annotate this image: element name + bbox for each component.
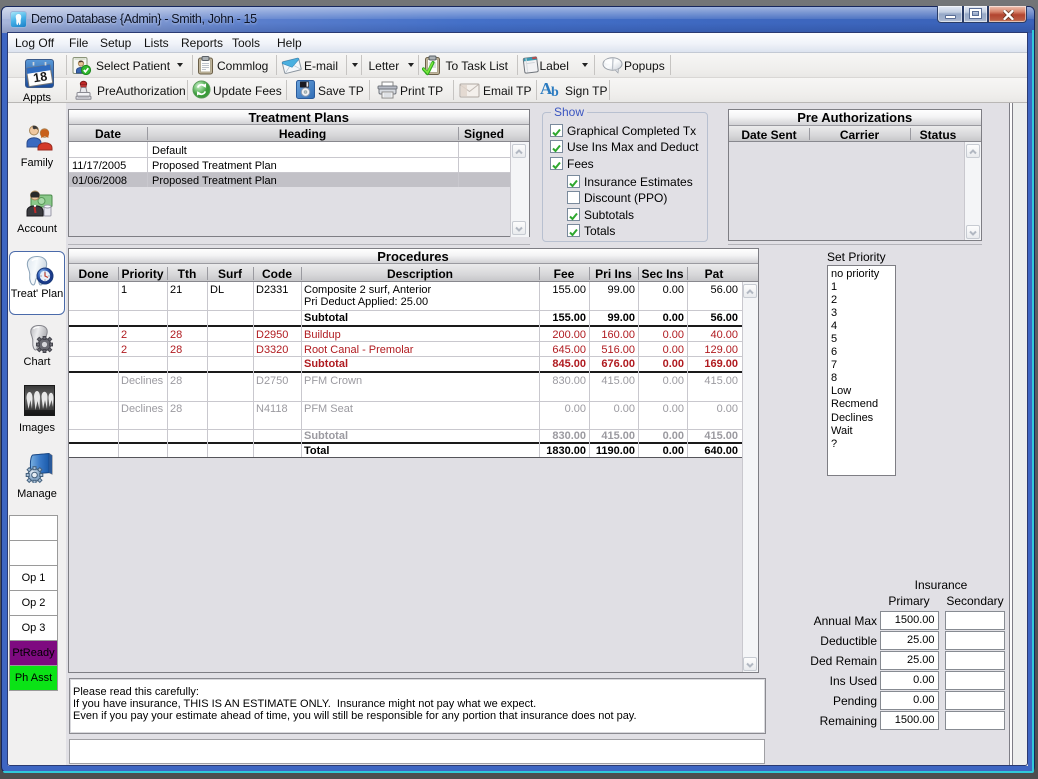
svg-text:18: 18 [32, 69, 48, 85]
